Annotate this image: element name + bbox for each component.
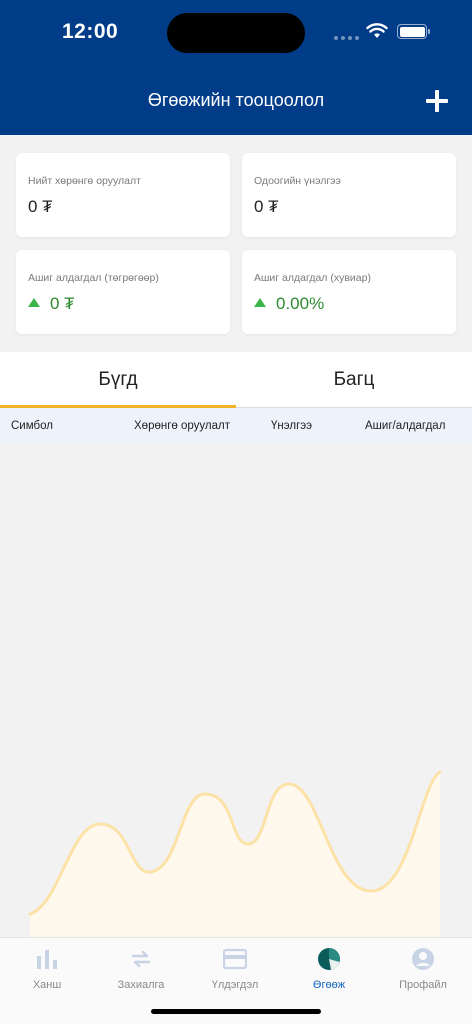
profit-loss-amount-card: Ашиг алдагдал (төгрөгөөр) 0 ₮ xyxy=(16,250,230,334)
nav-item-balance[interactable]: Үлдэгдэл xyxy=(188,938,282,998)
arrow-up-icon xyxy=(28,298,40,307)
app-header: 12:00 Өгөөжийн тооцоолол xyxy=(0,0,472,135)
nav-item-rates[interactable]: Ханш xyxy=(0,938,94,998)
column-header-valuation[interactable]: Үнэлгээ xyxy=(271,420,312,432)
wifi-icon xyxy=(366,23,388,38)
swap-icon xyxy=(131,950,151,968)
column-header-profit-loss[interactable]: Ашиг/алдагдал xyxy=(365,420,445,432)
dynamic-island xyxy=(167,13,305,53)
card-value: 0 ₮ xyxy=(50,294,75,313)
nav-item-returns[interactable]: Өгөөж xyxy=(282,938,376,998)
page-title: Өгөөжийн тооцоолол xyxy=(147,90,325,110)
tab-bar: Бүгд Багц xyxy=(0,352,472,408)
user-icon xyxy=(412,948,434,970)
card-value: 0 ₮ xyxy=(254,197,279,216)
status-time: 12:00 xyxy=(62,20,119,43)
nav-label: Өгөөж xyxy=(312,979,346,991)
tab-portfolio[interactable]: Багц xyxy=(236,352,472,408)
card-value: 0 ₮ xyxy=(28,197,53,216)
pie-chart-icon xyxy=(318,948,340,970)
card-label: Ашиг алдагдал (хувиар) xyxy=(254,272,371,284)
card-label: Нийт хөрөнгө оруулалт xyxy=(28,175,141,187)
nav-item-orders[interactable]: Захиалга xyxy=(94,938,188,998)
card-value: 0.00% xyxy=(276,294,325,313)
card-label: Ашиг алдагдал (төгрөгөөр) xyxy=(28,272,159,284)
nav-label: Үлдэгдэл xyxy=(211,979,259,991)
status-bar: 12:00 xyxy=(0,0,472,64)
decorative-wave-illustration xyxy=(28,770,442,937)
table-header: Симбол Хөрөнгө оруулалт Үнэлгээ Ашиг/алд… xyxy=(0,408,472,444)
empty-state-area xyxy=(0,444,472,937)
cellular-signal-icon xyxy=(334,36,359,40)
add-button[interactable] xyxy=(424,88,450,114)
bar-chart-icon xyxy=(37,950,57,969)
nav-label: Захиалга xyxy=(117,979,165,991)
nav-label: Профайл xyxy=(399,979,447,991)
home-indicator xyxy=(151,1009,321,1014)
total-investment-card: Нийт хөрөнгө оруулалт 0 ₮ xyxy=(16,153,230,237)
card-icon xyxy=(223,948,247,970)
profit-loss-percent-card: Ашиг алдагдал (хувиар) 0.00% xyxy=(242,250,456,334)
current-valuation-card: Одоогийн үнэлгээ 0 ₮ xyxy=(242,153,456,237)
nav-label: Ханш xyxy=(32,979,62,991)
tab-all[interactable]: Бүгд xyxy=(0,352,236,408)
card-label: Одоогийн үнэлгээ xyxy=(254,175,341,187)
nav-item-profile[interactable]: Профайл xyxy=(376,938,470,998)
battery-icon xyxy=(397,24,430,39)
arrow-up-icon xyxy=(254,298,266,307)
column-header-symbol[interactable]: Симбол xyxy=(11,420,53,432)
column-header-investment[interactable]: Хөрөнгө оруулалт xyxy=(134,420,230,432)
